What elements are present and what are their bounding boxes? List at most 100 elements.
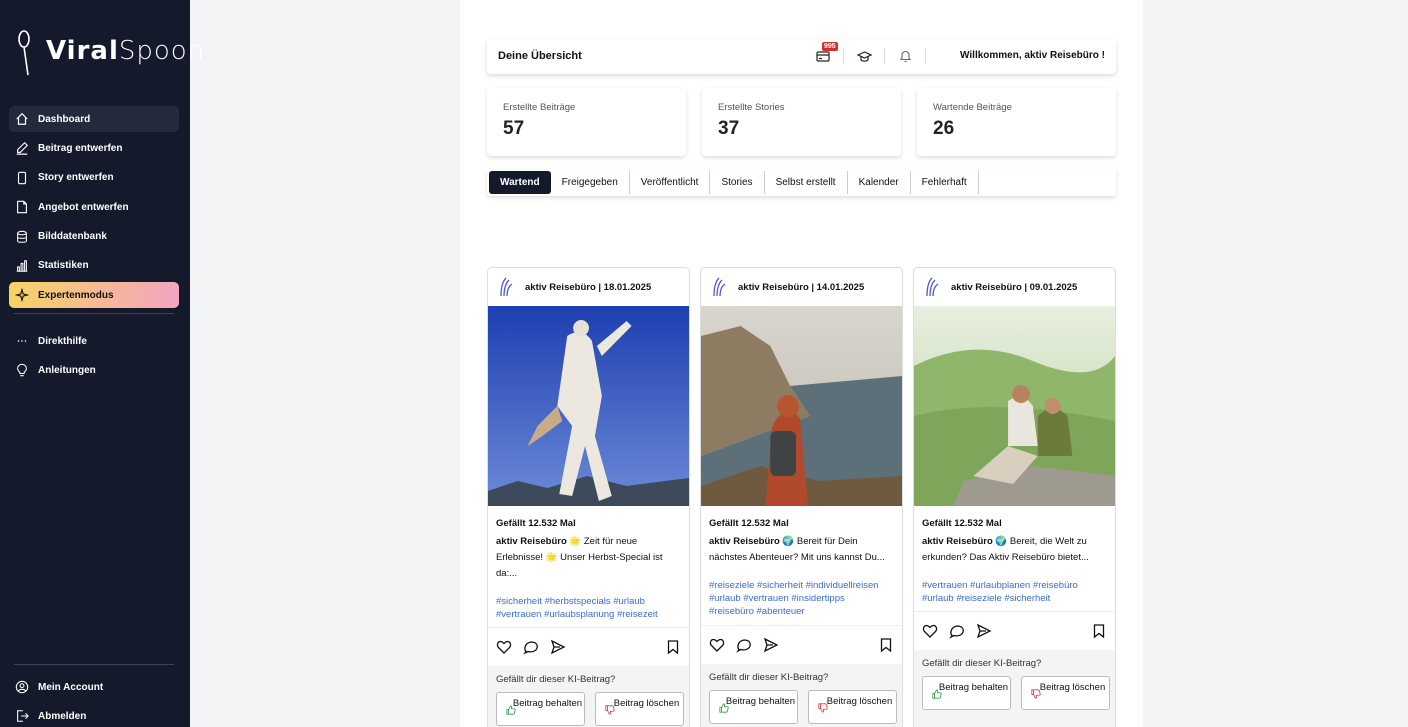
comment-icon[interactable] [949,623,965,639]
thumbs-up-icon [506,705,516,715]
tab-fehlerhaft[interactable]: Fehlerhaft [911,171,979,194]
hashtag-line[interactable]: #vertrauen #urlaubsplanung #reisezeit [496,608,684,621]
sidebar-item-label: Statistiken [38,260,89,272]
sidebar-divider [14,313,174,314]
comment-icon[interactable] [736,637,752,653]
sidebar-item-anleitungen[interactable]: Anleitungen [9,357,179,383]
graduation-cap-icon [856,50,872,62]
post-caption: aktiv Reisebüro 🌟 Zeit für neue Erlebnis… [496,534,682,582]
send-icon[interactable] [550,639,566,655]
tab-freigegeben[interactable]: Freigegeben [551,171,630,194]
heart-icon[interactable] [922,623,938,639]
bell-icon [899,50,911,63]
sidebar-item-bilddatenbank[interactable]: Bilddatenbank [9,224,179,250]
hashtag-line[interactable]: #sicherheit #herbstspecials #urlaub [496,595,684,608]
spoon-icon [18,30,30,76]
page-title: Deine Übersicht [498,50,582,62]
delete-post-button[interactable]: Beitrag löschen [1021,676,1110,710]
sidebar-item-dashboard[interactable]: Dashboard [9,106,179,132]
tab-wartend[interactable]: Wartend [489,171,551,194]
stat-card-beitraege: Erstellte Beiträge 57 [487,88,686,156]
notifications-button[interactable] [896,47,914,65]
post-image[interactable] [488,306,689,506]
home-icon [15,112,29,126]
tab-selbst-erstellt[interactable]: Selbst erstellt [765,171,848,194]
hashtag-line[interactable]: #reiseziele #sicherheit #individuellreis… [709,579,897,592]
keep-post-button[interactable]: Beitrag behalten [496,692,585,726]
post-caption-author: aktiv Reisebüro [922,536,993,547]
post-header: aktiv Reisebüro | 14.01.2025 [701,268,902,306]
top-header: Deine Übersicht 995 Willkommen, aktiv Re… [487,39,1116,74]
heart-icon[interactable] [496,639,512,655]
header-icons: 995 [814,42,937,65]
hashtag-line[interactable]: #urlaub #vertrauen #insidertipps [709,592,897,605]
sidebar-item-label: Dashboard [38,113,91,125]
post-author-date: aktiv Reisebüro | 14.01.2025 [738,282,865,293]
feedback-panel: Gefällt dir dieser KI-Beitrag? Beitrag b… [488,666,689,727]
delete-post-button[interactable]: Beitrag löschen [595,692,684,726]
user-icon [15,680,29,694]
avatar [713,277,726,297]
send-icon[interactable] [763,637,779,653]
post-tabs: Wartend Freigegeben Veröffentlicht Stori… [487,169,1116,196]
send-icon[interactable] [976,623,992,639]
stats-row: Erstellte Beiträge 57 Erstellte Stories … [487,88,1116,156]
sparkle-icon [15,288,29,303]
credits-badge: 995 [822,42,838,51]
sidebar-item-direkthilfe[interactable]: Direkthilfe [9,328,179,354]
hashtag-line[interactable]: #vertrauen #urlaubplanen #reisebüro [922,579,1110,592]
thumbs-down-icon [605,705,615,715]
post-image[interactable] [701,306,902,506]
tab-stories[interactable]: Stories [710,171,765,194]
tab-kalender[interactable]: Kalender [848,171,911,194]
header-separator [884,48,885,64]
tab-veroeffentlicht[interactable]: Veröffentlicht [630,171,711,194]
dots-icon [15,334,29,348]
welcome-text: Willkommen, aktiv Reisebüro ! [960,50,1105,61]
post-hashtags: #vertrauen #urlaubplanen #reisebüro #url… [922,579,1110,605]
sidebar-item-statistiken[interactable]: Statistiken [9,253,179,279]
stat-card-stories: Erstellte Stories 37 [702,88,901,156]
tutorial-button[interactable] [855,47,873,65]
thumbs-down-icon [1031,689,1041,699]
post-image[interactable] [914,306,1115,506]
phone-icon [15,171,29,185]
delete-post-button[interactable]: Beitrag löschen [808,690,897,724]
post-likes: Gefällt 12.532 Mal [709,518,789,529]
credits-button[interactable]: 995 [814,42,838,65]
post-caption-author: aktiv Reisebüro [496,536,567,547]
post-hashtags: #sicherheit #herbstspecials #urlaub #ver… [496,595,684,621]
thumbs-up-icon [932,689,942,699]
keep-post-button[interactable]: Beitrag behalten [922,676,1011,710]
hashtag-line[interactable]: #urlaub #reiseziele #sicherheit [922,592,1110,605]
avatar [500,277,513,297]
viralspoon-logo[interactable]: ViralSpoon [16,28,204,78]
keep-post-button[interactable]: Beitrag behalten [709,690,798,724]
post-card: aktiv Reisebüro | 14.01.2025 Gefällt 12.… [700,267,903,727]
sidebar-item-expertenmodus[interactable]: Expertenmodus [9,282,179,309]
heart-icon[interactable] [709,637,725,653]
bookmark-icon[interactable] [665,639,681,655]
post-author-date: aktiv Reisebüro | 18.01.2025 [525,282,652,293]
sidebar-item-angebot-entwerfen[interactable]: Angebot entwerfen [9,194,179,220]
bookmark-icon[interactable] [878,637,894,653]
hashtag-line[interactable]: #reisebüro #abenteuer [709,605,897,618]
sidebar-item-story-entwerfen[interactable]: Story entwerfen [9,165,179,191]
database-icon [15,230,29,244]
sidebar-item-label: Angebot entwerfen [38,201,129,213]
sidebar-item-label: Bilddatenbank [38,231,107,243]
post-caption: aktiv Reisebüro 🌍 Bereit, die Welt zu er… [922,534,1108,566]
comment-icon[interactable] [523,639,539,655]
help-nav: Direkthilfe Anleitungen [9,328,179,387]
document-icon [15,200,29,214]
sidebar-item-label: Mein Account [38,681,104,693]
post-actions [914,611,1115,649]
logout-icon [15,709,29,723]
bookmark-icon[interactable] [1091,623,1107,639]
sidebar-item-beitrag-entwerfen[interactable]: Beitrag entwerfen [9,135,179,161]
post-likes: Gefällt 12.532 Mal [922,518,1002,529]
post-caption-author: aktiv Reisebüro [709,536,780,547]
sidebar-item-mein-account[interactable]: Mein Account [9,674,179,700]
sidebar-item-label: Direkthilfe [38,335,87,347]
sidebar-item-abmelden[interactable]: Abmelden [9,703,179,727]
